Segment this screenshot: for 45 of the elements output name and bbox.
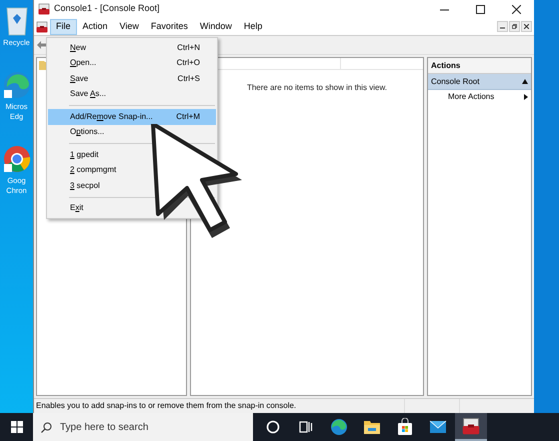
edge-icon [330, 418, 348, 436]
maximize-icon [476, 4, 484, 14]
edge-icon[interactable] [2, 70, 32, 100]
task-view-icon [299, 420, 313, 434]
menu-item[interactable]: Save Ctrl+S [48, 71, 216, 86]
actions-header: Actions [431, 60, 460, 72]
menu-item[interactable]: 2 compmgmt [48, 162, 120, 178]
taskbar-search-field[interactable]: Type here to search [33, 413, 253, 441]
child-restore-button[interactable] [509, 21, 520, 32]
status-bar-text: Enables you to add snap-ins to or remove them from the snap-in console. [35, 400, 298, 412]
menu-item[interactable]: Open... Ctrl+O [48, 56, 216, 71]
shopping-bag-icon [397, 418, 413, 436]
menu-item[interactable]: Options... [48, 124, 108, 140]
menu-item[interactable]: Exit [48, 200, 88, 216]
window-title: Console1 - [Console Root] [54, 2, 160, 16]
menu-bar-item[interactable]: Help [238, 18, 268, 34]
actions-section-header[interactable]: Console Root [428, 74, 531, 90]
action-link[interactable]: More Actions [428, 90, 531, 104]
menu-bar-item[interactable]: File [50, 18, 77, 34]
close-icon [524, 24, 529, 29]
folder-icon [363, 419, 381, 435]
menu-bar-item[interactable]: Window [194, 18, 238, 34]
empty-view-message: There are no items to show in this view. [246, 82, 388, 94]
menu-item[interactable]: Save As... [48, 86, 110, 102]
console-icon [36, 20, 48, 32]
menu-item[interactable]: 3 secpol [48, 178, 104, 194]
console-icon [38, 3, 50, 15]
taskbar-app-button[interactable] [455, 413, 487, 441]
chrome-icon[interactable] [2, 144, 32, 174]
restore-icon [512, 24, 517, 29]
menu-item[interactable]: Add/Remove Snap-in... Ctrl+M [48, 109, 216, 124]
submenu-arrow-icon [524, 94, 528, 100]
menu-item[interactable]: New Ctrl+N [48, 40, 216, 56]
child-close-button[interactable] [521, 21, 532, 32]
console-icon [462, 417, 480, 435]
menu-bar-item[interactable]: View [114, 18, 145, 34]
windows-logo-icon [10, 421, 22, 433]
menu-item[interactable]: 1 gpedit [48, 147, 102, 162]
menu-bar-item[interactable]: Favorites [144, 18, 194, 34]
menu-bar-item[interactable]: Action [76, 18, 114, 34]
search-icon [41, 422, 52, 433]
circle-icon [266, 420, 280, 434]
close-icon [512, 4, 520, 14]
mail-icon [429, 420, 447, 434]
child-minimize-button[interactable] [497, 21, 508, 32]
